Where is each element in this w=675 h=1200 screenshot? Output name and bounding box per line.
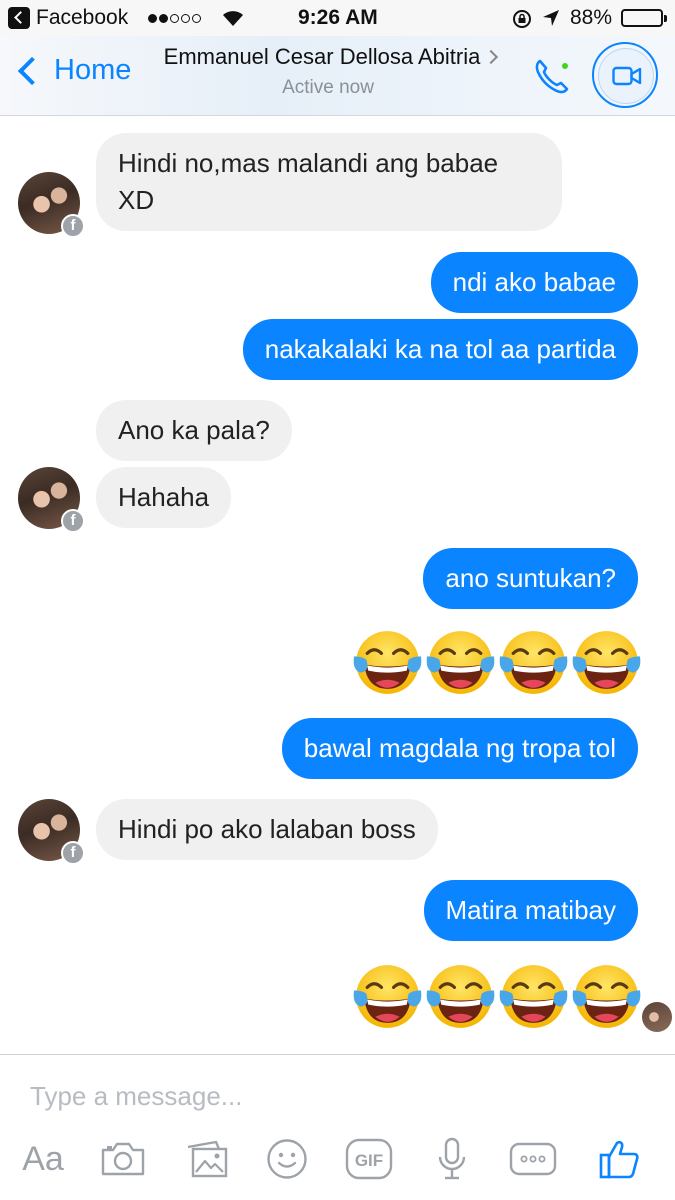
thumbs-up-icon [599,1140,639,1179]
facebook-badge-icon: f [61,841,85,865]
composer-toolbar: Aa GIF [0,1135,675,1195]
sticker-button[interactable] [264,1135,310,1183]
back-to-app-icon[interactable] [8,7,30,29]
outgoing-message[interactable]: Matira matibay [423,880,638,941]
camera-icon [101,1142,145,1176]
emoji-icon [267,1139,307,1179]
voice-clip-button[interactable] [432,1135,472,1183]
location-arrow-icon [543,10,559,26]
like-button[interactable] [596,1135,642,1183]
outgoing-message[interactable]: bawal magdala ng tropa tol [281,718,638,779]
gif-icon-label: GIF [355,1151,383,1170]
microphone-icon [438,1137,466,1180]
battery-percent: 88% [570,6,613,29]
status-bar: Facebook 9:26 AM 88% [0,0,675,36]
online-indicator [560,61,570,71]
back-button[interactable]: Home [12,54,131,87]
incoming-message[interactable]: Hahaha [96,467,232,528]
outgoing-message[interactable]: ndi ako babae [430,252,638,313]
contact-name-text: Emmanuel Cesar Dellosa Abitria [163,44,481,69]
tears-of-joy-emoji-icon [353,965,422,1028]
incoming-message[interactable]: Ano ka pala? [96,400,292,461]
tears-of-joy-emoji-icon [499,965,568,1028]
emoji-message[interactable] [351,960,643,1033]
back-to-app-label[interactable]: Facebook [36,6,128,30]
more-button[interactable] [508,1135,558,1183]
read-receipt-avatar [642,1002,672,1032]
rotation-lock-icon [513,10,531,28]
conversation-header: Home Emmanuel Cesar Dellosa Abitria Acti… [0,36,675,116]
video-call-button[interactable] [592,42,658,108]
gallery-icon [187,1140,228,1178]
more-icon [509,1142,557,1176]
active-status: Active now [282,77,374,98]
camera-button[interactable] [98,1135,148,1183]
tears-of-joy-emoji-icon [572,965,641,1028]
message-thread[interactable]: Hindi no,mas malandi ang babae XD f ndi … [0,116,675,1054]
contact-name[interactable]: Emmanuel Cesar Dellosa Abitria [140,44,520,70]
gallery-button[interactable] [182,1135,232,1183]
chevron-right-icon [484,49,499,65]
tears-of-joy-emoji-icon [353,631,422,694]
message-text-line2: XD [118,185,155,215]
outgoing-message[interactable]: ano suntukan? [423,548,638,609]
wifi-icon [223,11,243,26]
incoming-message[interactable]: Hindi po ako lalaban boss [96,799,438,860]
gif-button[interactable]: GIF [344,1135,394,1183]
gif-icon: GIF [345,1138,393,1180]
message-composer: Type a message... Aa GIF [0,1054,675,1200]
outgoing-message[interactable]: nakakalaki ka na tol aa partida [242,319,638,380]
video-camera-icon [612,66,642,86]
message-text: Hindi no,mas malandi ang babae [118,148,499,178]
facebook-badge-icon: f [61,214,85,238]
signal-strength-icon [148,14,201,23]
incoming-message[interactable]: Hindi no,mas malandi ang babae XD [96,133,562,231]
tears-of-joy-emoji-icon [426,631,495,694]
tears-of-joy-emoji-icon [426,965,495,1028]
message-input[interactable]: Type a message... [30,1081,242,1112]
clock: 9:26 AM [298,6,378,29]
text-format-button[interactable]: Aa [18,1135,68,1183]
back-button-label: Home [54,54,132,86]
battery-icon [621,9,667,27]
emoji-message[interactable] [351,626,643,699]
phone-icon [535,59,569,94]
facebook-badge-icon: f [61,509,85,533]
tears-of-joy-emoji-icon [499,631,568,694]
voice-call-button[interactable] [530,54,574,98]
chevron-left-icon [17,56,47,85]
tears-of-joy-emoji-icon [572,631,641,694]
